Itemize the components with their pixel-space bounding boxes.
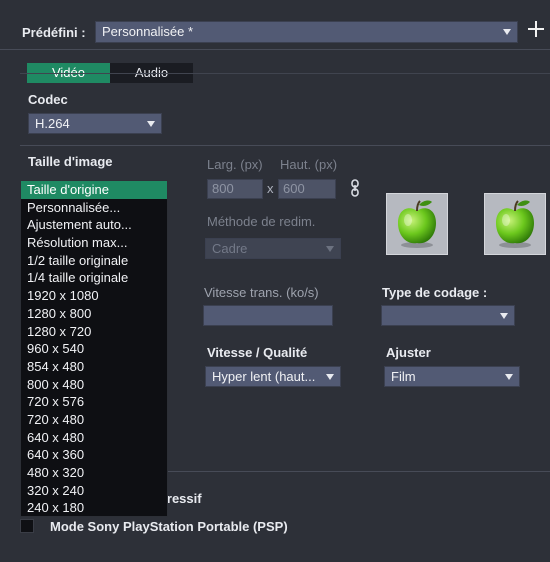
resize-method-label: Méthode de redim. xyxy=(207,214,316,229)
list-item[interactable]: Personnalisée... xyxy=(21,199,167,217)
list-item[interactable]: 1920 x 1080 xyxy=(21,287,167,305)
chevron-down-icon xyxy=(505,374,513,380)
width-label: Larg. (px) xyxy=(207,157,263,172)
chevron-down-icon xyxy=(147,121,155,127)
encoding-type-dropdown[interactable] xyxy=(381,305,515,326)
chevron-down-icon xyxy=(326,246,334,252)
frame-size-list: Taille d'origine Personnalisée... Ajuste… xyxy=(20,180,168,517)
codec-label: Codec xyxy=(28,92,68,107)
frame-size-label: Taille d'image xyxy=(28,154,113,169)
list-item[interactable]: 720 x 480 xyxy=(21,411,167,429)
codec-value: H.264 xyxy=(35,116,70,131)
list-item[interactable]: 960 x 540 xyxy=(21,340,167,358)
chevron-down-icon xyxy=(503,29,511,35)
resize-method-dropdown[interactable]: Cadre xyxy=(205,238,341,259)
height-label: Haut. (px) xyxy=(280,157,338,172)
list-item[interactable]: Ajustement auto... xyxy=(21,216,167,234)
chain-link-icon[interactable] xyxy=(350,179,360,197)
divider xyxy=(20,145,550,146)
preset-dropdown[interactable]: Personnalisée * xyxy=(95,21,518,43)
chevron-down-icon xyxy=(326,374,334,380)
list-item[interactable]: Taille d'origine xyxy=(21,181,167,199)
divider xyxy=(0,49,550,50)
list-item[interactable]: 1/4 taille originale xyxy=(21,269,167,287)
preset-value: Personnalisée * xyxy=(102,24,194,39)
tune-dropdown[interactable]: Film xyxy=(384,366,520,387)
bitrate-label: Vitesse trans. (ko/s) xyxy=(204,285,319,300)
tune-label: Ajuster xyxy=(386,345,431,360)
psp-label: Mode Sony PlayStation Portable (PSP) xyxy=(50,519,288,534)
list-item[interactable]: 640 x 480 xyxy=(21,429,167,447)
plus-icon[interactable] xyxy=(527,20,545,38)
list-item[interactable]: 1280 x 720 xyxy=(21,323,167,341)
list-item[interactable]: 800 x 480 xyxy=(21,376,167,394)
source-preview xyxy=(386,193,448,255)
speed-quality-value: Hyper lent (haut... xyxy=(212,369,316,384)
height-input[interactable]: 600 xyxy=(278,179,336,199)
psp-checkbox[interactable] xyxy=(20,519,34,533)
speed-quality-dropdown[interactable]: Hyper lent (haut... xyxy=(205,366,341,387)
width-input[interactable]: 800 xyxy=(207,179,263,199)
green-apple-icon xyxy=(496,200,534,248)
list-item[interactable]: 640 x 360 xyxy=(21,446,167,464)
green-apple-icon xyxy=(398,200,436,248)
list-item[interactable]: 320 x 240 xyxy=(21,482,167,500)
list-item[interactable]: 480 x 320 xyxy=(21,464,167,482)
resize-method-value: Cadre xyxy=(212,241,248,256)
list-item[interactable]: 1/2 taille originale xyxy=(21,252,167,270)
tab-underline xyxy=(20,73,550,74)
list-item[interactable]: 720 x 576 xyxy=(21,393,167,411)
encoding-type-label: Type de codage : xyxy=(382,285,488,300)
list-item[interactable]: 240 x 180 xyxy=(21,499,167,517)
tune-value: Film xyxy=(391,369,416,384)
output-preview xyxy=(484,193,546,255)
list-item[interactable]: 1280 x 800 xyxy=(21,305,167,323)
chevron-down-icon xyxy=(500,313,508,319)
speed-quality-label: Vitesse / Qualité xyxy=(207,345,308,360)
preset-label: Prédéfini : xyxy=(22,25,86,40)
list-item[interactable]: Résolution max... xyxy=(21,234,167,252)
list-item[interactable]: 854 x 480 xyxy=(21,358,167,376)
bitrate-input[interactable] xyxy=(203,305,333,326)
dimension-separator: x xyxy=(267,181,274,196)
codec-dropdown[interactable]: H.264 xyxy=(28,113,162,134)
